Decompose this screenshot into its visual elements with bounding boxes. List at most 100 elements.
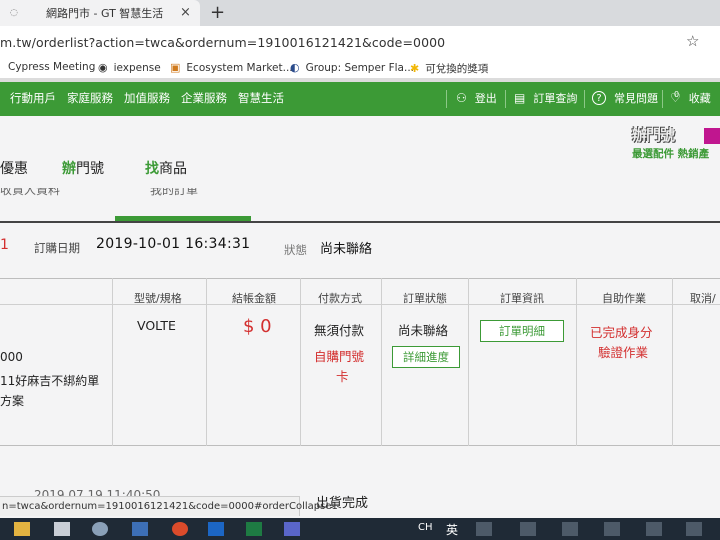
tab-title: 網路門市 - GT 智慧生活: [46, 7, 164, 20]
menu-find-prefix: 找: [145, 161, 159, 177]
bookmark-rewards[interactable]: ✱ 可兌換的獎項: [410, 61, 488, 76]
chrome-icon[interactable]: [172, 522, 188, 536]
nav-value-added[interactable]: 加值服務: [124, 90, 170, 106]
nav-smart-life[interactable]: 智慧生活: [238, 90, 284, 106]
input-language[interactable]: CH: [418, 522, 433, 533]
plan-line-2: 11好麻吉不綁約單: [0, 374, 100, 388]
header-order-status: 訂單狀態: [403, 292, 447, 305]
tab-close-icon[interactable]: ×: [180, 5, 191, 20]
logout-link[interactable]: ⚇ 登出: [456, 90, 497, 106]
payment-note-1: 自購門號: [314, 349, 365, 364]
order-query-link[interactable]: ▤ 訂單查詢: [514, 90, 577, 106]
brand-logo: 辦門號: [632, 126, 675, 144]
tray-icon[interactable]: [646, 522, 662, 536]
table-column-divider: [381, 278, 382, 446]
user-icon: ⚇: [456, 91, 467, 105]
menu-find-label: 商品: [159, 161, 187, 177]
header-payment: 付款方式: [318, 292, 362, 305]
payment-value: 無須付款: [314, 323, 365, 338]
outlook-icon[interactable]: [208, 522, 224, 536]
bookmark-label: Group: Semper Fla...: [305, 61, 414, 74]
ime-mode[interactable]: 英: [446, 521, 458, 538]
order-number-fragment: 1: [0, 237, 9, 253]
row-status-value: 尚未聯絡: [398, 323, 449, 338]
nav-divider: [662, 90, 663, 108]
app-icon[interactable]: [92, 522, 108, 536]
tray-icon[interactable]: [604, 522, 620, 536]
brand-logo-badge: [704, 128, 720, 144]
nav-enterprise[interactable]: 企業服務: [181, 90, 227, 106]
favorite-count: 0: [674, 90, 680, 99]
header-cancel: 取消/: [690, 292, 716, 305]
nav-mobile-users[interactable]: 行動用戶: [10, 90, 56, 106]
excel-icon[interactable]: [246, 522, 262, 536]
globe-icon: ◉: [98, 61, 108, 74]
bookmark-label: Cypress Meeting: [8, 61, 96, 73]
loading-icon: ◌: [10, 8, 18, 18]
tray-icon[interactable]: [686, 522, 702, 536]
model-value: VOLTE: [137, 318, 176, 333]
favorites-label: 收藏: [688, 92, 711, 105]
bookmark-label: Ecosystem Market...: [186, 61, 293, 74]
tray-icon[interactable]: [520, 522, 536, 536]
logout-label: 登出: [474, 92, 497, 105]
header-self-service: 自助作業: [602, 292, 646, 305]
table-column-divider: [672, 278, 673, 446]
self-service-line-2: 驗證作業: [598, 345, 649, 360]
faq-link[interactable]: ? 常見問題: [592, 90, 658, 106]
taskbar: CH 英: [0, 518, 720, 540]
group-icon: ◐: [290, 61, 300, 74]
nav-divider: [446, 90, 447, 108]
faq-label: 常見問題: [614, 92, 658, 105]
table-column-divider: [576, 278, 577, 446]
order-status: 尚未聯絡: [320, 242, 373, 257]
app-icon[interactable]: [132, 522, 148, 536]
address-bar[interactable]: m.tw/orderlist?action=twca&ordernum=1910…: [0, 26, 720, 58]
bookmark-ecosystem-market[interactable]: ▣ Ecosystem Market...: [170, 61, 293, 74]
main-nav-bar: 行動用戶 家庭服務 加值服務 企業服務 智慧生活 ⚇ 登出 ▤ 訂單查詢 ? 常…: [0, 82, 720, 116]
bookmark-iexpense[interactable]: ◉ iexpense: [98, 61, 161, 74]
menu-offers[interactable]: 優惠: [0, 158, 28, 178]
app-icon[interactable]: [284, 522, 300, 536]
tray-icon[interactable]: [476, 522, 492, 536]
progress-detail-button[interactable]: 詳細進度: [392, 346, 460, 368]
tray-icon[interactable]: [562, 522, 578, 536]
status-bar-url: n=twca&ordernum=1910016121421&code=0000#…: [0, 496, 338, 516]
bookmark-label: iexpense: [113, 61, 161, 74]
order-detail-button[interactable]: 訂單明細: [480, 320, 564, 342]
order-status-label: 狀態: [284, 243, 307, 257]
order-date-label: 訂購日期: [34, 241, 80, 255]
page-content: 辦門號 最選配件 熱銷產 優惠 辦門號 找商品 收貨人資料 我的訂單 1 訂購日…: [0, 116, 720, 518]
table-column-divider: [206, 278, 207, 446]
new-tab-button[interactable]: +: [210, 2, 225, 23]
bookmark-group-semper[interactable]: ◐ Group: Semper Fla...: [290, 61, 414, 74]
brand-banner[interactable]: 辦門號 最選配件 熱銷產: [632, 124, 720, 166]
menu-apply-label: 門號: [76, 161, 104, 177]
bookmark-star-icon[interactable]: ☆: [686, 32, 699, 50]
plan-line-1: 000: [0, 350, 23, 364]
url-text[interactable]: m.tw/orderlist?action=twca&ordernum=1910…: [0, 35, 445, 50]
browser-tab[interactable]: ◌ 網路門市 - GT 智慧生活 ×: [0, 0, 200, 26]
amount-value: $ 0: [243, 316, 272, 337]
favorites-link[interactable]: ♡ 0 收藏: [670, 90, 711, 106]
bookmarks-bar: Cypress Meeting ◉ iexpense ▣ Ecosystem M…: [0, 58, 720, 78]
menu-apply-number[interactable]: 辦門號: [62, 158, 104, 178]
order-query-label: 訂單查詢: [533, 92, 578, 105]
menu-offers-label: 優惠: [0, 161, 28, 177]
table-column-divider: [468, 278, 469, 446]
tab-my-orders[interactable]: 我的訂單: [150, 188, 198, 198]
bookmark-cypress-meeting[interactable]: Cypress Meeting: [8, 61, 95, 73]
nav-home-services[interactable]: 家庭服務: [67, 90, 113, 106]
star-burst-icon: ✱: [410, 62, 420, 75]
nav-divider: [584, 90, 585, 108]
menu-find-product[interactable]: 找商品: [145, 158, 187, 178]
file-explorer-icon[interactable]: [14, 522, 30, 536]
header-amount: 結帳金額: [232, 292, 276, 305]
calculator-icon[interactable]: [54, 522, 70, 536]
self-service-line-1: 已完成身分: [590, 325, 653, 340]
brand-subtitle: 最選配件 熱銷產: [632, 148, 710, 160]
payment-note-2: 卡: [336, 369, 349, 384]
header-model: 型號/規格: [134, 292, 182, 305]
order-date: 2019-10-01 16:34:31: [96, 236, 251, 252]
tab-recipient-info[interactable]: 收貨人資料: [0, 188, 60, 198]
